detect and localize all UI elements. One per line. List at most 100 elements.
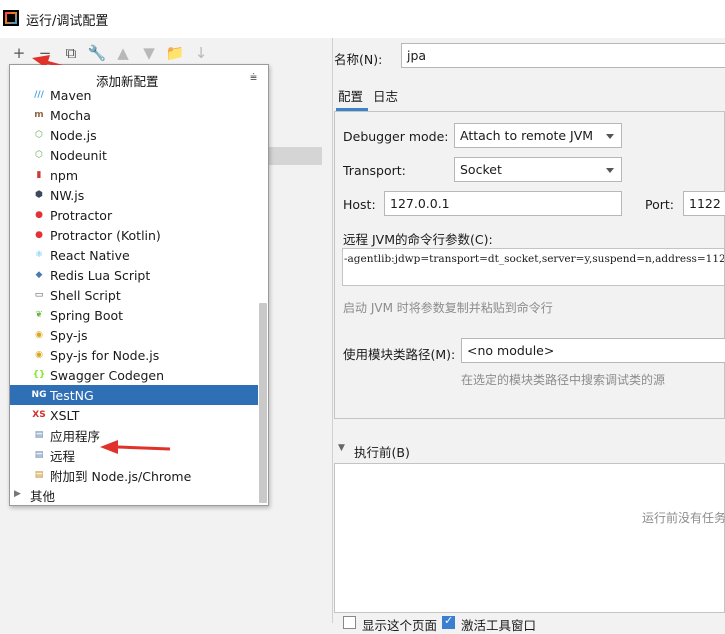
arrow-down-icon[interactable]: ▼ [138, 42, 160, 64]
popup-title: 添加新配置 [96, 74, 159, 89]
copy-icon[interactable]: ⧉ [60, 42, 82, 64]
config-type-label: Shell Script [50, 287, 121, 303]
config-type-item[interactable]: ● Protractor [10, 205, 258, 225]
nwjs-icon: ⬢ [35, 190, 43, 200]
config-type-label: Nodeunit [50, 147, 107, 163]
chevron-down-icon [606, 168, 614, 173]
npm-icon: ▮ [36, 170, 42, 180]
window-title: 运行/调试配置 [26, 14, 109, 29]
collapse-icon[interactable]: ⩧ [250, 70, 257, 85]
collapse-arrow-icon[interactable]: ▼ [338, 443, 345, 453]
transport-combo[interactable]: Socket [454, 157, 622, 182]
tab-config[interactable]: 配置 [338, 86, 363, 105]
plus-icon[interactable]: + [8, 42, 30, 64]
config-type-item[interactable]: ▤ 应用程序 [10, 425, 258, 445]
spring-boot-icon: ❦ [35, 310, 43, 320]
config-type-label: 附加到 Node.js/Chrome [50, 468, 192, 484]
spyjs-icon: ◉ [35, 330, 43, 340]
remote-icon: ▤ [34, 450, 44, 460]
config-type-label: npm [50, 167, 79, 183]
xslt-icon: XS [32, 410, 46, 420]
config-type-label: 应用程序 [50, 428, 101, 444]
config-type-item[interactable]: ⬡ Node.js [10, 125, 258, 145]
wrench-icon[interactable]: 🔧 [86, 42, 108, 64]
before-launch-label: 执行前(B) [354, 445, 410, 460]
config-type-label: Swagger Codegen [50, 367, 165, 383]
popup-header: 添加新配置 ⩧ [10, 65, 268, 89]
config-type-item[interactable]: ⬡ Nodeunit [10, 145, 258, 165]
no-tasks-text: 运行前没有任务 [642, 511, 725, 525]
shell-icon: ▭ [34, 290, 44, 300]
minus-icon[interactable]: − [34, 42, 56, 64]
config-type-label: Redis Lua Script [50, 267, 151, 283]
nodejs-icon: ⬡ [35, 130, 43, 140]
attach-nodejs-icon: ▤ [34, 470, 44, 480]
protractor-icon: ● [35, 210, 43, 220]
swagger-icon: {} [32, 370, 46, 380]
maven-icon: /// [34, 90, 44, 100]
sort-icon[interactable]: ↓ [190, 42, 212, 64]
name-field[interactable]: jpa [401, 43, 725, 68]
nodeunit-icon: ⬡ [35, 150, 43, 160]
popup-scrollbar[interactable] [259, 303, 267, 503]
module-combo[interactable]: <no module> [461, 338, 725, 363]
config-type-label: 其他 [30, 488, 56, 504]
intellij-app-icon [3, 10, 19, 26]
arrow-up-icon[interactable]: ▲ [112, 42, 134, 64]
config-type-label: React Native [50, 247, 130, 263]
module-label: 使用模块类路径(M): [343, 347, 456, 362]
config-type-label: Spy-js for Node.js [50, 347, 160, 363]
config-type-item[interactable]: ❦ Spring Boot [10, 305, 258, 325]
cmd-hint: 启动 JVM 时将参数复制并粘贴到命令行 [343, 301, 553, 315]
cmd-label: 远程 JVM的命令行参数(C): [343, 232, 493, 247]
config-type-label: NW.js [50, 187, 85, 203]
config-type-label: Protractor (Kotlin) [50, 227, 161, 243]
debugger-mode-label: Debugger mode: [343, 129, 449, 144]
spyjs-node-icon: ◉ [35, 350, 43, 360]
debugger-mode-combo[interactable]: Attach to remote JVM [454, 123, 622, 148]
config-type-item[interactable]: ▤ 附加到 Node.js/Chrome [10, 465, 258, 485]
module-hint: 在选定的模块类路径中搜索调试类的源 [461, 373, 666, 387]
config-type-item[interactable]: {} Swagger Codegen [10, 365, 258, 385]
title-bar: 运行/调试配置 [0, 0, 725, 38]
config-toolbar: + − ⧉ 🔧 ▲ ▼ 📁 ↓ [8, 42, 212, 64]
react-icon: ⚛ [34, 250, 44, 260]
config-type-item[interactable]: ⬢ NW.js [10, 185, 258, 205]
config-type-item[interactable]: ▮ npm [10, 165, 258, 185]
chevron-down-icon [606, 134, 614, 139]
tab-log[interactable]: 日志 [373, 86, 398, 105]
application-icon: ▤ [34, 430, 44, 440]
protractor-kotlin-icon: ● [35, 230, 43, 240]
config-type-item[interactable]: XS XSLT [10, 405, 258, 425]
folder-icon[interactable]: 📁 [164, 42, 186, 64]
config-type-item[interactable]: ⚛ React Native [10, 245, 258, 265]
mocha-icon: m [34, 110, 44, 120]
show-page-label: 显示这个页面 [362, 618, 438, 633]
config-type-item[interactable]: m Mocha [10, 105, 258, 125]
config-type-item[interactable]: ◉ Spy-js [10, 325, 258, 345]
config-type-item[interactable]: ◆ Redis Lua Script [10, 265, 258, 285]
tree-selection-row [268, 147, 322, 165]
config-type-item[interactable]: ▭ Shell Script [10, 285, 258, 305]
cmd-args-field[interactable]: -agentlib:jdwp=transport=dt_socket,serve… [342, 248, 725, 286]
port-field[interactable]: 1122 [683, 191, 725, 216]
config-type-item[interactable]: ● Protractor (Kotlin) [10, 225, 258, 245]
config-type-label: Node.js [50, 127, 97, 143]
add-new-config-popup: 添加新配置 ⩧ /// Maven m Mocha ⬡ Node.js ⬡ Nodeunit ▮… [9, 64, 269, 506]
host-field[interactable]: 127.0.0.1 [384, 191, 622, 216]
config-type-item[interactable]: ▤ 远程 [10, 445, 258, 465]
testng-icon: NG [31, 390, 47, 400]
config-type-label: Mocha [50, 107, 91, 123]
name-label: 名称(N): [334, 52, 383, 67]
port-label: Port: [645, 197, 674, 212]
before-launch-panel: 运行前没有任务 [334, 463, 725, 613]
host-label: Host: [343, 197, 376, 212]
config-type-item[interactable]: ▶ 其他 [10, 485, 258, 505]
right-pane: 名称(N): jpa 配置 日志 Debugger mode: Attach t… [334, 38, 725, 633]
config-type-list: /// Maven m Mocha ⬡ Node.js ⬡ Nodeunit ▮ npm ⬢ NW.j… [10, 85, 258, 505]
config-type-item[interactable]: NG TestNG [10, 385, 258, 405]
config-type-item[interactable]: ◉ Spy-js for Node.js [10, 345, 258, 365]
redis-icon: ◆ [35, 270, 43, 280]
expand-arrow-icon: ▶ [14, 489, 21, 499]
config-type-label: XSLT [50, 407, 80, 423]
